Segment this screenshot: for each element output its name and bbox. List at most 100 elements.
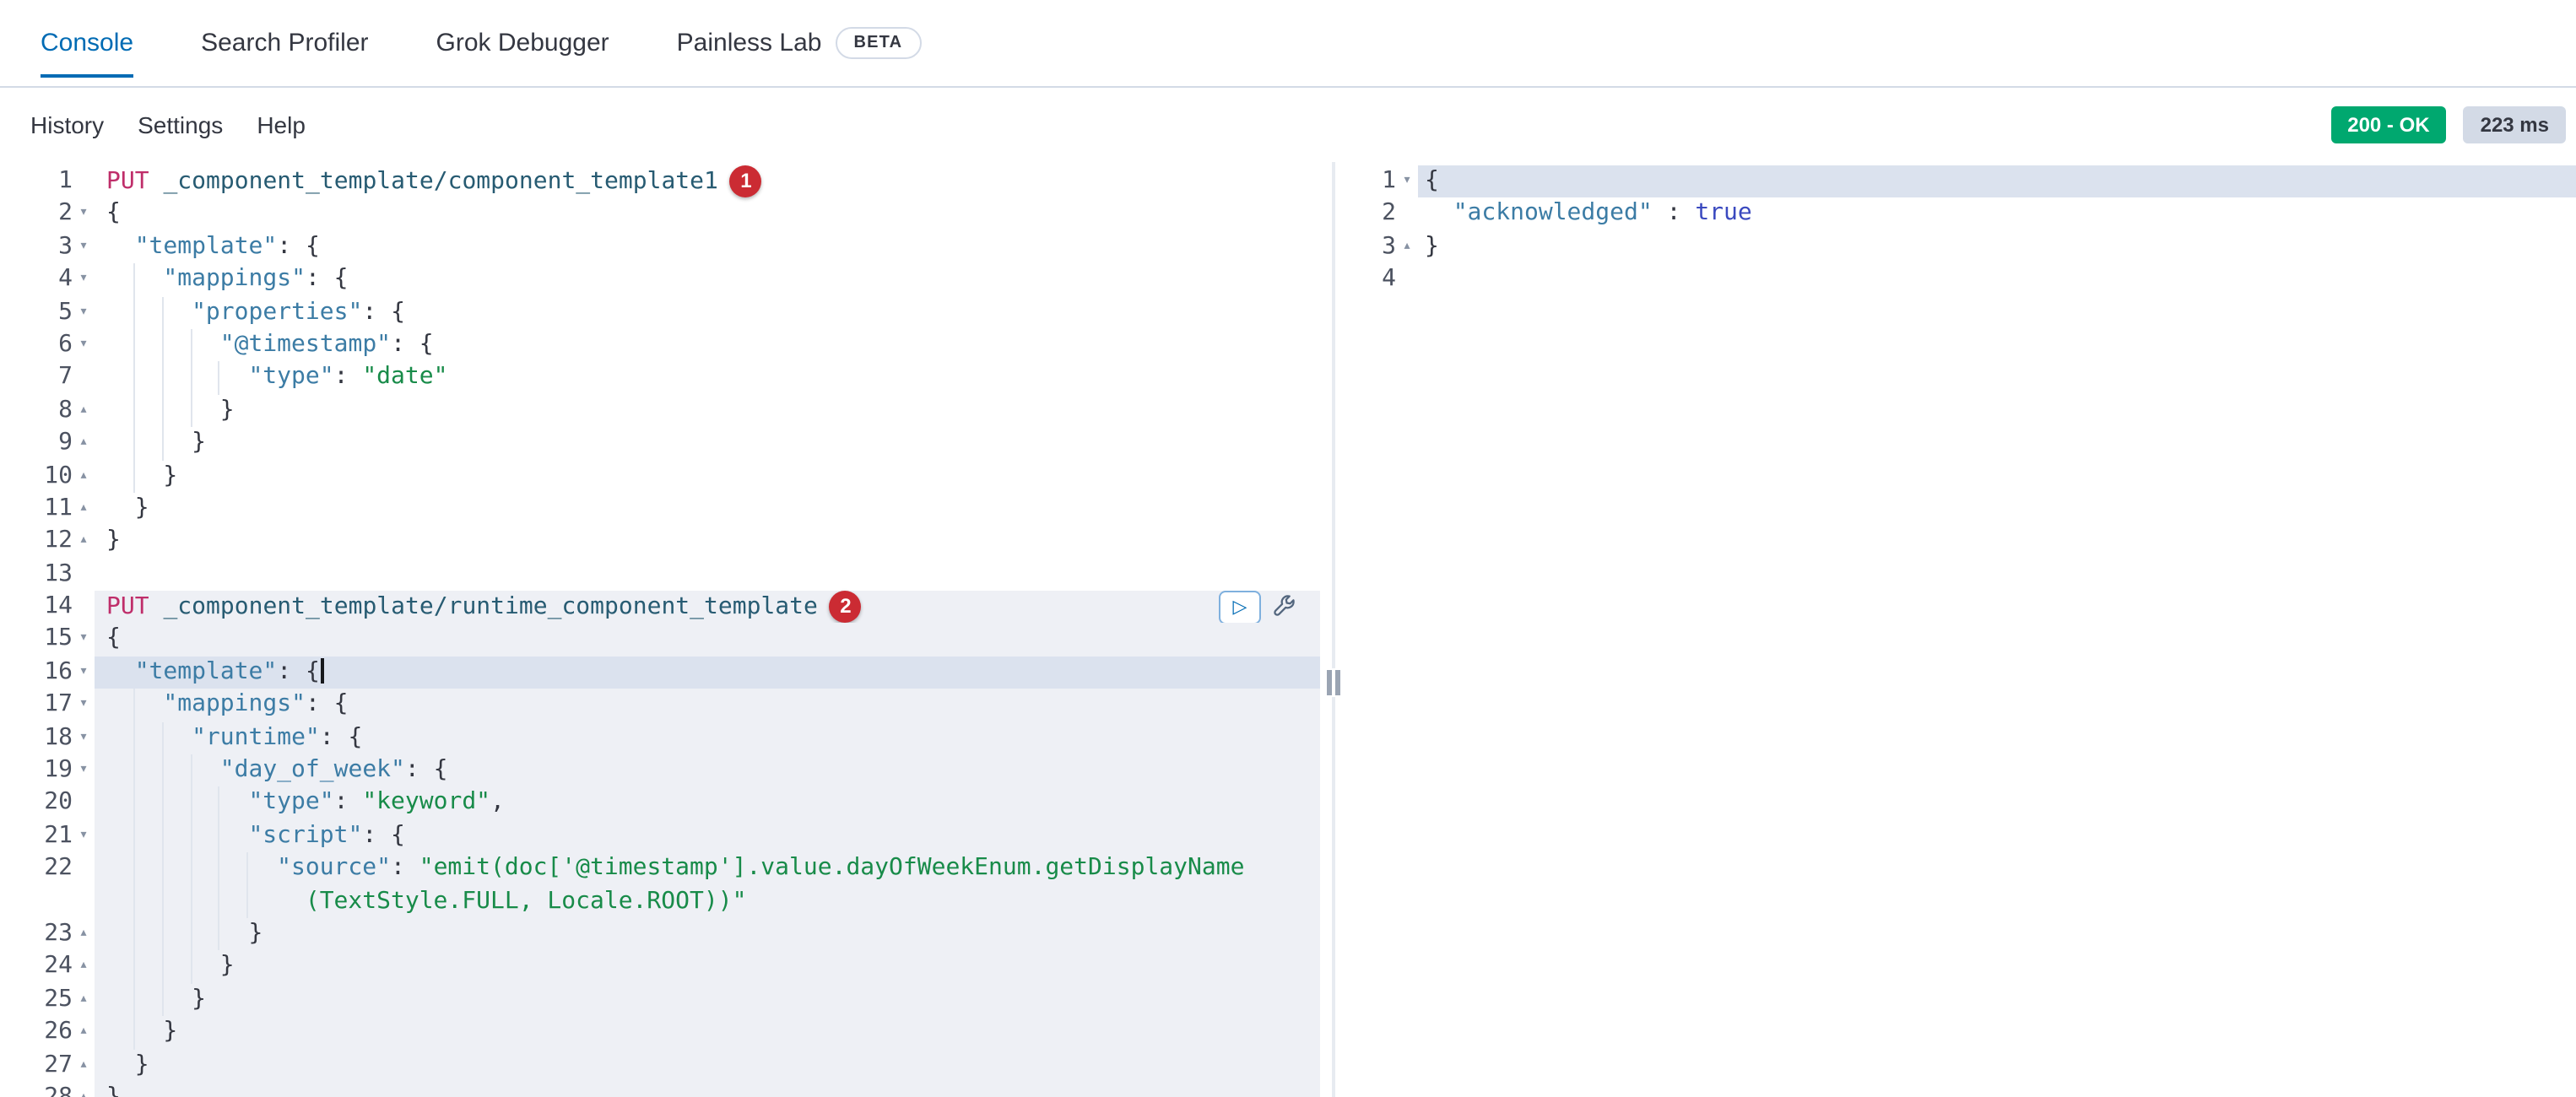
code-content[interactable]: } <box>95 394 1334 427</box>
code-line[interactable]: 4▾"mappings": { <box>0 263 1334 296</box>
code-content[interactable]: "mappings": { <box>95 689 1334 722</box>
code-line[interactable]: 27▴} <box>0 1049 1334 1082</box>
response-editor[interactable]: 1▾{2"acknowledged" : true3▴}4 <box>1337 162 2576 1097</box>
code-line[interactable]: 10▴} <box>0 460 1334 493</box>
code-line[interactable]: 11▴} <box>0 493 1334 526</box>
fold-toggle-icon[interactable]: ▴ <box>73 493 95 526</box>
code-line[interactable]: 2"acknowledged" : true <box>1337 198 2576 231</box>
code-line[interactable]: (TextStyle.FULL, Locale.ROOT))" <box>0 885 1334 918</box>
code-line[interactable]: 16▾"template": { <box>0 657 1334 689</box>
fold-toggle-icon[interactable]: ▾ <box>73 754 95 787</box>
code-line[interactable]: 3▴} <box>1337 231 2576 264</box>
code-content[interactable]: { <box>95 198 1334 231</box>
fold-toggle-icon[interactable]: ▾ <box>73 657 95 689</box>
code-line[interactable]: 24▴} <box>0 951 1334 984</box>
code-content[interactable]: } <box>1418 231 2576 264</box>
code-line[interactable]: 21▾"script": { <box>0 820 1334 853</box>
fold-toggle-icon[interactable]: ▾ <box>73 198 95 231</box>
code-content[interactable]: } <box>95 460 1334 493</box>
code-line[interactable]: 6▾"@timestamp": { <box>0 329 1334 362</box>
code-line[interactable]: 7"type": "date" <box>0 362 1334 395</box>
code-line[interactable]: 1PUT _component_template/component_templ… <box>0 165 1334 198</box>
code-line[interactable]: 13 <box>0 558 1334 591</box>
code-content[interactable]: "properties": { <box>95 296 1334 329</box>
code-line[interactable]: 17▾"mappings": { <box>0 689 1334 722</box>
code-content[interactable] <box>1418 263 2576 296</box>
code-content[interactable]: { <box>1418 165 2576 198</box>
code-line[interactable]: 8▴} <box>0 394 1334 427</box>
code-content[interactable]: "acknowledged" : true <box>1418 198 2576 231</box>
code-content[interactable]: } <box>95 526 1334 559</box>
code-line[interactable]: 19▾"day_of_week": { <box>0 754 1334 787</box>
code-line[interactable]: 9▴} <box>0 427 1334 460</box>
code-content[interactable]: } <box>95 1016 1334 1049</box>
code-content[interactable]: "template": { <box>95 657 1334 689</box>
fold-toggle-icon[interactable]: ▾ <box>73 296 95 329</box>
code-line[interactable]: 28▴} <box>0 1082 1334 1097</box>
send-request-button[interactable]: ▷ <box>1219 590 1261 624</box>
code-line[interactable]: 2▾{ <box>0 198 1334 231</box>
code-content[interactable]: } <box>95 427 1334 460</box>
fold-toggle-icon[interactable]: ▾ <box>73 820 95 853</box>
fold-toggle-icon[interactable]: ▴ <box>73 984 95 1017</box>
fold-toggle-icon[interactable]: ▴ <box>73 951 95 984</box>
code-line[interactable]: 22"source": "emit(doc['@timestamp'].valu… <box>0 852 1334 885</box>
fold-toggle-icon[interactable]: ▾ <box>1396 165 1418 198</box>
code-content[interactable]: "type": "date" <box>95 362 1334 395</box>
code-content[interactable]: } <box>95 984 1334 1017</box>
code-line[interactable]: 4 <box>1337 263 2576 296</box>
wrench-icon[interactable] <box>1271 594 1296 619</box>
code-content[interactable]: } <box>95 918 1334 951</box>
fold-toggle-icon[interactable]: ▾ <box>73 689 95 722</box>
code-content[interactable]: { <box>95 624 1334 657</box>
fold-toggle-icon[interactable]: ▴ <box>73 460 95 493</box>
code-line[interactable]: 20"type": "keyword", <box>0 787 1334 820</box>
tab-painless-lab[interactable]: Painless Lab BETA <box>677 0 922 86</box>
fold-toggle-icon[interactable]: ▴ <box>73 394 95 427</box>
fold-toggle-icon[interactable]: ▴ <box>73 1082 95 1097</box>
code-content[interactable]: } <box>95 493 1334 526</box>
code-content[interactable]: } <box>95 1082 1334 1097</box>
code-content[interactable]: } <box>95 951 1334 984</box>
fold-toggle-icon[interactable]: ▾ <box>73 624 95 657</box>
code-content[interactable]: PUT _component_template/component_templa… <box>95 165 1334 198</box>
code-content[interactable]: "type": "keyword", <box>95 787 1334 820</box>
menu-settings[interactable]: Settings <box>138 111 223 138</box>
menu-help[interactable]: Help <box>257 111 306 138</box>
menu-history[interactable]: History <box>30 111 104 138</box>
fold-toggle-icon[interactable]: ▾ <box>73 721 95 754</box>
code-line[interactable]: 14PUT _component_template/runtime_compon… <box>0 591 1334 624</box>
code-line[interactable]: 23▴} <box>0 918 1334 951</box>
request-editor[interactable]: 1PUT _component_template/component_templ… <box>0 162 1334 1097</box>
tab-grok-debugger[interactable]: Grok Debugger <box>436 0 609 86</box>
code-content[interactable]: "template": { <box>95 231 1334 264</box>
fold-toggle-icon[interactable]: ▾ <box>73 263 95 296</box>
code-content[interactable]: "mappings": { <box>95 263 1334 296</box>
code-content[interactable]: "runtime": { <box>95 721 1334 754</box>
panel-resizer[interactable] <box>1320 668 1347 697</box>
code-content[interactable]: "@timestamp": { <box>95 329 1334 362</box>
tab-search-profiler[interactable]: Search Profiler <box>201 0 368 86</box>
code-line[interactable]: 12▴} <box>0 526 1334 559</box>
code-line[interactable]: 15▾{ <box>0 624 1334 657</box>
fold-toggle-icon[interactable]: ▾ <box>73 231 95 264</box>
fold-toggle-icon[interactable]: ▴ <box>73 1016 95 1049</box>
code-content[interactable]: "source": "emit(doc['@timestamp'].value.… <box>95 852 1334 885</box>
code-line[interactable]: 25▴} <box>0 984 1334 1017</box>
tab-console[interactable]: Console <box>41 0 133 86</box>
fold-toggle-icon[interactable]: ▴ <box>73 1049 95 1082</box>
code-content[interactable]: (TextStyle.FULL, Locale.ROOT))" <box>95 885 1334 918</box>
code-line[interactable]: 26▴} <box>0 1016 1334 1049</box>
code-content[interactable]: "day_of_week": { <box>95 754 1334 787</box>
code-content[interactable]: PUT _component_template/runtime_componen… <box>95 591 1334 624</box>
code-line[interactable]: 1▾{ <box>1337 165 2576 198</box>
fold-toggle-icon[interactable]: ▾ <box>73 329 95 362</box>
fold-toggle-icon[interactable]: ▴ <box>1396 231 1418 264</box>
code-content[interactable] <box>95 558 1334 591</box>
code-content[interactable]: } <box>95 1049 1334 1082</box>
fold-toggle-icon[interactable]: ▴ <box>73 427 95 460</box>
code-line[interactable]: 5▾"properties": { <box>0 296 1334 329</box>
code-content[interactable]: "script": { <box>95 820 1334 853</box>
fold-toggle-icon[interactable]: ▴ <box>73 526 95 559</box>
fold-toggle-icon[interactable]: ▴ <box>73 918 95 951</box>
